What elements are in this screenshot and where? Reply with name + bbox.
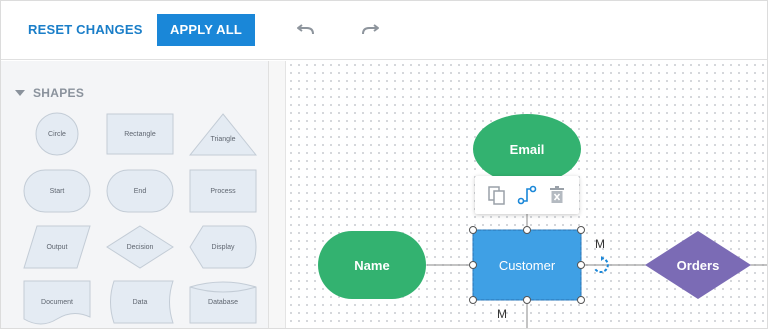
connector-icon[interactable]	[517, 185, 537, 205]
node-email-label: Email	[509, 141, 545, 157]
diagram-editor: RESET CHANGES APPLY ALL SHAPES Circle Re…	[0, 0, 768, 329]
node-orders-label: Orders	[676, 257, 720, 273]
node-context-toolbar	[475, 176, 579, 214]
node-customer-label: Customer	[498, 257, 556, 273]
multiplicity-label-right: M	[595, 237, 605, 251]
delete-icon[interactable]	[547, 185, 567, 205]
node-name-label: Name	[354, 257, 390, 273]
copy-icon[interactable]	[487, 185, 507, 205]
multiplicity-label-bottom: M	[497, 307, 507, 321]
rotate-icon[interactable]	[592, 256, 610, 274]
